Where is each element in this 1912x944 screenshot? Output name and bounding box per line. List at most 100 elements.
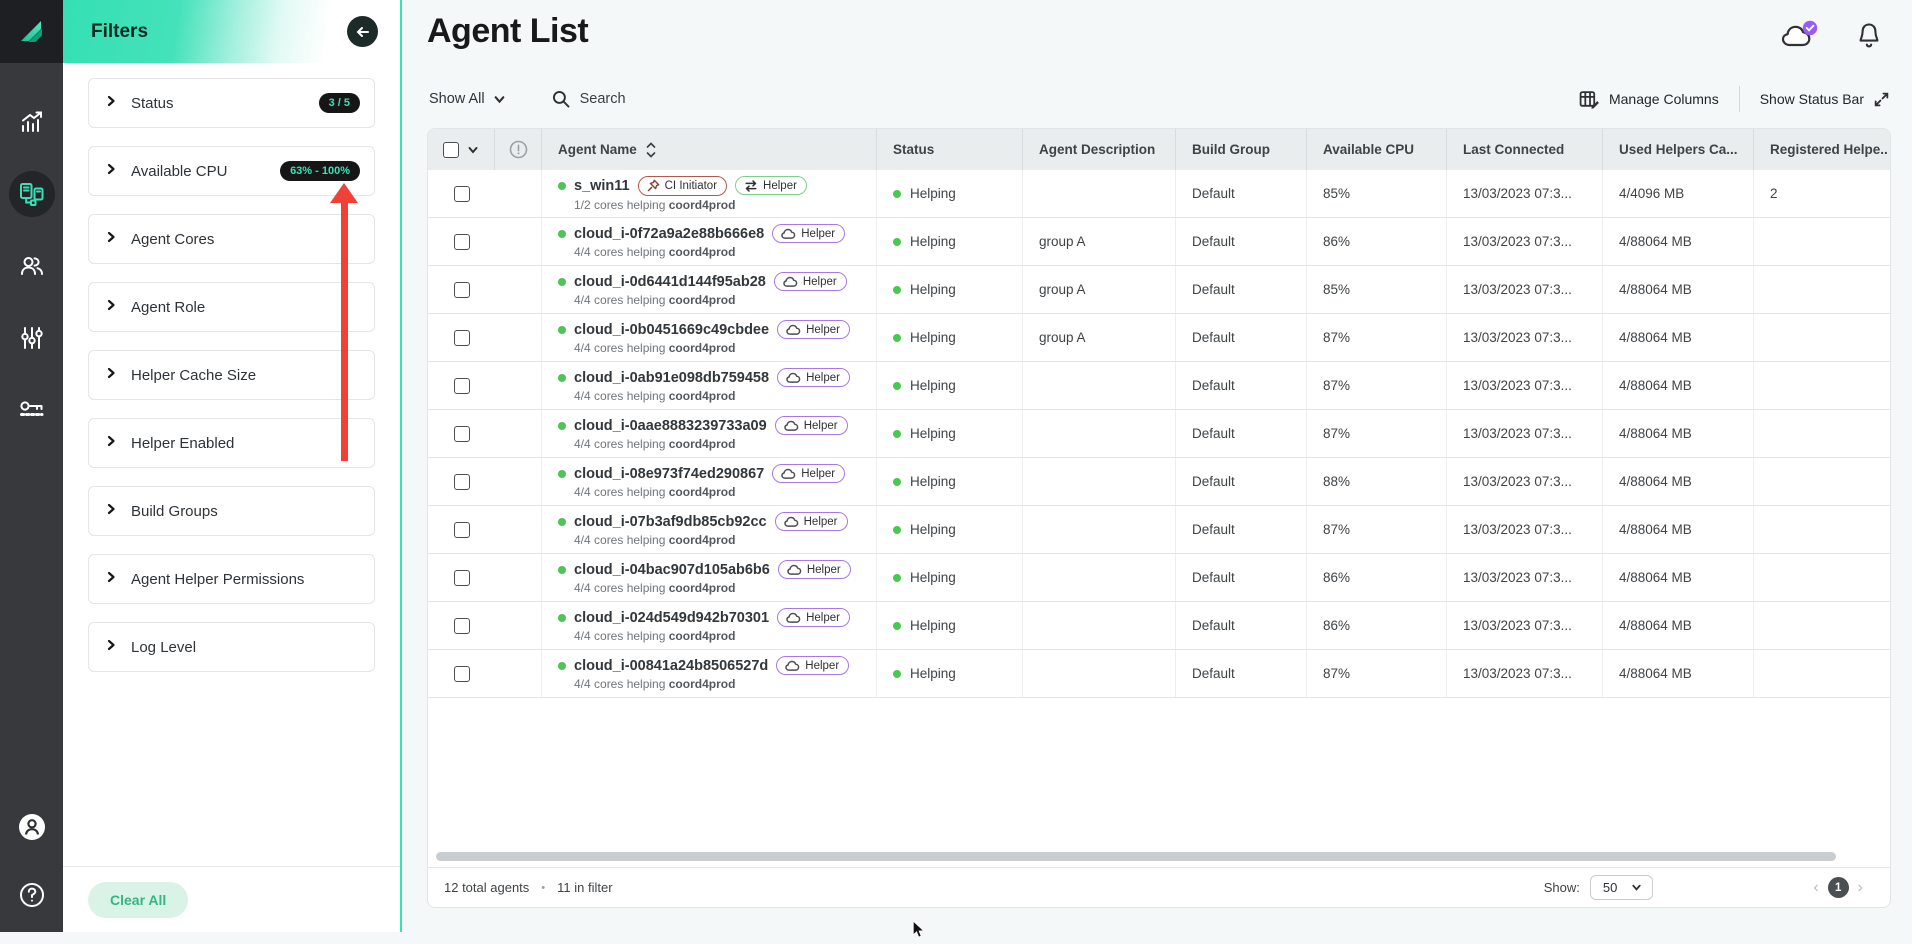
- nav-agents-icon[interactable]: [9, 171, 55, 217]
- agent-name: cloud_i-04bac907d105ab6b6: [574, 562, 770, 578]
- app-logo[interactable]: [0, 0, 63, 63]
- row-alert-cell: [495, 458, 542, 505]
- header-used-helpers[interactable]: Used Helpers Ca...: [1603, 129, 1754, 170]
- row-checkbox[interactable]: [454, 618, 470, 634]
- row-checkbox[interactable]: [454, 378, 470, 394]
- select-all-checkbox[interactable]: [443, 142, 459, 158]
- agent-status: Helping: [910, 618, 956, 633]
- available-cpu-cell: 87%: [1307, 314, 1447, 361]
- status-dot: [893, 286, 901, 294]
- header-agent-name[interactable]: Agent Name: [542, 129, 877, 170]
- agent-cores-subtext: 4/4 cores helping coord4prod: [558, 389, 735, 403]
- status-dot: [893, 478, 901, 486]
- filter-log-level[interactable]: Log Level: [88, 622, 375, 672]
- current-page-button[interactable]: 1: [1828, 877, 1849, 898]
- table-row[interactable]: cloud_i-024d549d942b70301Helper4/4 cores…: [428, 602, 1890, 650]
- row-checkbox[interactable]: [454, 666, 470, 682]
- cloud-icon: [781, 228, 796, 240]
- filter-agent-cores[interactable]: Agent Cores: [88, 214, 375, 264]
- row-checkbox[interactable]: [454, 186, 470, 202]
- table-row[interactable]: s_win11CI InitiatorHelper1/2 cores helpi…: [428, 170, 1890, 218]
- agent-name: cloud_i-0aae8883239733a09: [574, 418, 767, 434]
- notifications-button[interactable]: [1856, 21, 1882, 50]
- row-checkbox[interactable]: [454, 522, 470, 538]
- table-row[interactable]: cloud_i-07b3af9db85cb92ccHelper4/4 cores…: [428, 506, 1890, 554]
- registered-helpers-cell: [1754, 410, 1890, 457]
- horizontal-scrollbar-thumb[interactable]: [436, 852, 1836, 861]
- row-checkbox[interactable]: [454, 330, 470, 346]
- cloud-sync-button[interactable]: [1780, 20, 1820, 51]
- nav-help-icon[interactable]: [9, 872, 55, 918]
- row-checkbox[interactable]: [454, 570, 470, 586]
- collapse-filters-button[interactable]: [347, 16, 378, 47]
- agent-description-cell: group A: [1023, 266, 1176, 313]
- prev-page-button[interactable]: ‹: [1813, 880, 1818, 896]
- filter-status[interactable]: Status3 / 5: [88, 78, 375, 128]
- status-dot: [893, 622, 901, 630]
- badge-helper: Helper: [772, 224, 845, 243]
- header-select-cell: [428, 129, 495, 170]
- header-status[interactable]: Status: [877, 129, 1023, 170]
- available-cpu-cell: 86%: [1307, 218, 1447, 265]
- clear-all-button[interactable]: Clear All: [88, 882, 188, 918]
- table-footer: 12 total agents • 11 in filter Show: 50 …: [428, 867, 1890, 907]
- row-select-cell: [428, 650, 495, 697]
- row-checkbox[interactable]: [454, 474, 470, 490]
- filter-helper-enabled[interactable]: Helper Enabled: [88, 418, 375, 468]
- filter-build-groups[interactable]: Build Groups: [88, 486, 375, 536]
- table-row[interactable]: cloud_i-0b0451669c49cbdeeHelper4/4 cores…: [428, 314, 1890, 362]
- show-label: Show:: [1544, 880, 1580, 895]
- show-status-bar-button[interactable]: Show Status Bar: [1760, 91, 1890, 108]
- horizontal-scrollbar: [436, 852, 1882, 862]
- last-connected-cell: 13/03/2023 07:3...: [1447, 554, 1603, 601]
- manage-columns-button[interactable]: Manage Columns: [1579, 90, 1719, 109]
- filter-label: Agent Role: [131, 299, 205, 316]
- sort-icon[interactable]: [646, 142, 656, 158]
- page-size-value: 50: [1603, 880, 1617, 895]
- filter-agent-role[interactable]: Agent Role: [88, 282, 375, 332]
- badge-helper: Helper: [772, 464, 845, 483]
- table-row[interactable]: cloud_i-08e973f74ed290867Helper4/4 cores…: [428, 458, 1890, 506]
- filter-agent-helper-permissions[interactable]: Agent Helper Permissions: [88, 554, 375, 604]
- agent-name-cell: s_win11CI InitiatorHelper1/2 cores helpi…: [542, 170, 877, 217]
- table-row[interactable]: cloud_i-00841a24b8506527dHelper4/4 cores…: [428, 650, 1890, 698]
- chevron-right-icon: [105, 366, 117, 384]
- nav-account-icon[interactable]: [9, 804, 55, 850]
- header-registered-helpers[interactable]: Registered Helpe..: [1754, 129, 1890, 170]
- header-build-group[interactable]: Build Group: [1176, 129, 1307, 170]
- next-page-button[interactable]: ›: [1858, 880, 1863, 896]
- filter-value-badge: 3 / 5: [319, 93, 360, 113]
- filter-label: Helper Enabled: [131, 435, 234, 452]
- table-row[interactable]: cloud_i-0aae8883239733a09Helper4/4 cores…: [428, 410, 1890, 458]
- filter-label: Available CPU: [131, 163, 227, 180]
- chevron-right-icon: [105, 298, 117, 316]
- nav-users-icon[interactable]: [9, 243, 55, 289]
- cloud-icon: [784, 516, 799, 528]
- row-checkbox[interactable]: [454, 234, 470, 250]
- show-all-dropdown[interactable]: Show All: [429, 91, 506, 107]
- nav-settings-icon[interactable]: [9, 315, 55, 361]
- table-row[interactable]: cloud_i-0d6441d144f95ab28Helper4/4 cores…: [428, 266, 1890, 314]
- header-available-cpu[interactable]: Available CPU: [1307, 129, 1447, 170]
- online-dot: [558, 566, 566, 574]
- nav-license-key-icon[interactable]: [9, 387, 55, 433]
- table-row[interactable]: cloud_i-0ab91e098db759458Helper4/4 cores…: [428, 362, 1890, 410]
- registered-helpers-cell: [1754, 314, 1890, 361]
- row-checkbox[interactable]: [454, 282, 470, 298]
- available-cpu-cell: 87%: [1307, 506, 1447, 553]
- table-row[interactable]: cloud_i-0f72a9a2e88b666e8Helper4/4 cores…: [428, 218, 1890, 266]
- row-checkbox[interactable]: [454, 426, 470, 442]
- agent-cores-subtext: 1/2 cores helping coord4prod: [558, 198, 735, 212]
- filter-helper-cache-size[interactable]: Helper Cache Size: [88, 350, 375, 400]
- agent-name: cloud_i-00841a24b8506527d: [574, 658, 768, 674]
- select-menu-chevron-icon[interactable]: [467, 144, 479, 156]
- status-dot: [893, 190, 901, 198]
- search-input[interactable]: [580, 91, 800, 107]
- nav-analytics-icon[interactable]: [9, 99, 55, 145]
- table-actions: Manage Columns Show Status Bar: [1579, 86, 1890, 112]
- header-last-connected[interactable]: Last Connected: [1447, 129, 1603, 170]
- table-row[interactable]: cloud_i-04bac907d105ab6b6Helper4/4 cores…: [428, 554, 1890, 602]
- page-size-select[interactable]: 50: [1590, 875, 1653, 900]
- filter-available-cpu[interactable]: Available CPU63% - 100%: [88, 146, 375, 196]
- header-description[interactable]: Agent Description: [1023, 129, 1176, 170]
